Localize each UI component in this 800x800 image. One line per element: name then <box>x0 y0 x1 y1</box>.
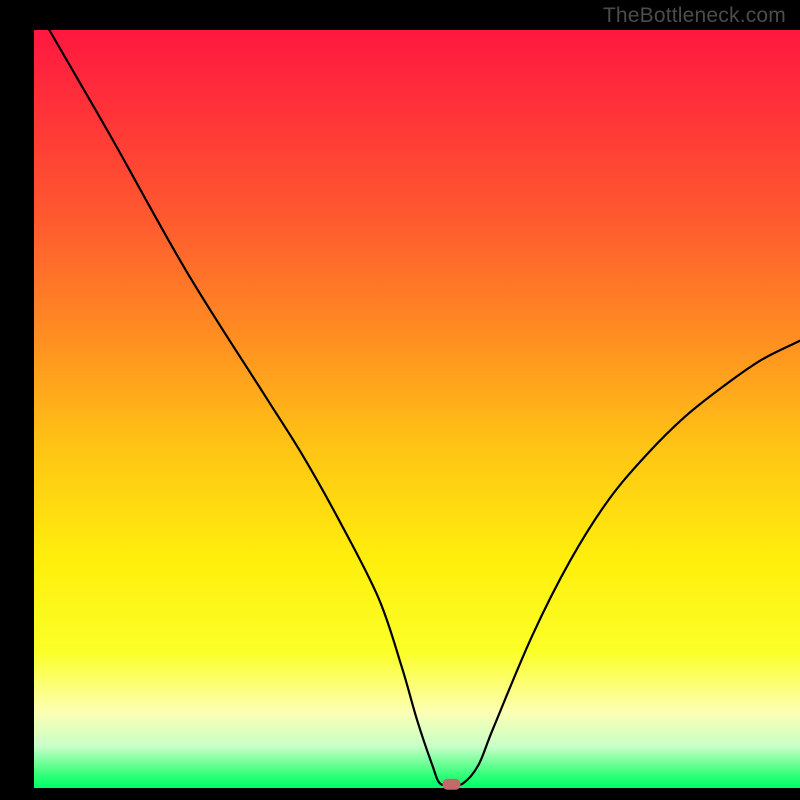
bottleneck-chart <box>0 0 800 800</box>
plot-background <box>34 30 800 788</box>
chart-container: TheBottleneck.com <box>0 0 800 800</box>
watermark-text: TheBottleneck.com <box>603 4 786 28</box>
optimal-marker <box>442 779 460 790</box>
